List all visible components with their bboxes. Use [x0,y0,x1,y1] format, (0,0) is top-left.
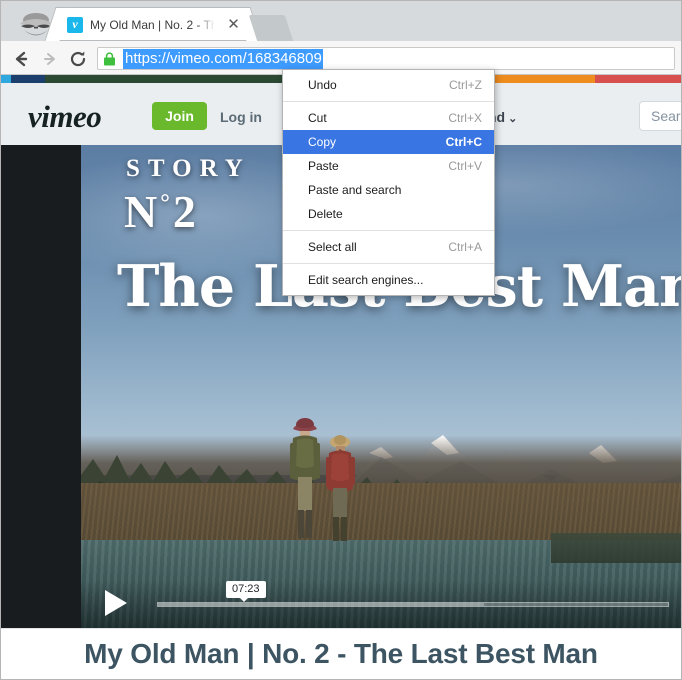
context-menu-item-label: Paste and search [308,183,402,197]
vimeo-logo[interactable]: vimeo [28,99,102,135]
page-title: My Old Man | No. 2 - The Last Best Man [84,638,598,669]
story-number: N°2 [124,185,199,238]
tab-title: My Old Man | No. 2 - The [90,17,215,32]
chevron-down-icon: ⌄ [508,113,518,125]
story-number-degree: ° [160,190,173,217]
color-strip-segment [1,75,11,83]
time-tooltip: 07:23 [226,581,266,602]
context-menu-item-label: Paste [308,159,339,173]
context-menu-item-label: Edit search engines... [308,273,424,287]
context-menu-item[interactable]: Undo Ctrl+Z [283,73,494,97]
player-letterbox-left [1,145,81,628]
video-far-bank [551,533,681,563]
back-icon[interactable] [11,48,33,70]
join-button[interactable]: Join [152,102,207,130]
browser-window: v My Old Man | No. 2 - The ✕ https://vim… [0,0,682,680]
context-menu-item[interactable]: Select all Ctrl+A [283,235,494,259]
context-menu-item-label: Delete [308,207,343,221]
story-label: STORY [126,155,251,182]
browser-tab[interactable]: v My Old Man | No. 2 - The ✕ [57,8,249,41]
story-number-digit: 2 [172,186,199,237]
new-tab-button[interactable] [248,15,294,41]
color-strip-segment [489,75,595,83]
context-menu-item[interactable]: Edit search engines... [283,268,494,292]
context-menu-item[interactable]: Delete [283,202,494,226]
context-menu-item[interactable]: Copy Ctrl+C [283,130,494,154]
context-menu-item-shortcut: Ctrl+V [448,159,482,173]
context-menu-separator [283,101,494,102]
context-menu-item-label: Undo [308,78,337,92]
context-menu-separator [283,230,494,231]
context-menu-item-shortcut: Ctrl+A [448,240,482,254]
context-menu-item[interactable]: Paste and search [283,178,494,202]
color-strip-segment [45,75,303,83]
address-bar[interactable]: https://vimeo.com/168346809 [97,47,675,70]
context-menu[interactable]: Undo Ctrl+Z Cut Ctrl+X Copy Ctrl+C Paste Ctrl+V… [282,69,495,296]
search-placeholder: Sear [651,108,681,124]
login-link[interactable]: Log in [220,109,262,125]
url-text: https://vimeo.com/168346809 [123,48,323,69]
close-icon[interactable]: ✕ [226,17,241,32]
search-input[interactable]: Sear [639,101,681,131]
progress-fill [158,603,485,606]
forward-icon[interactable] [39,48,61,70]
context-menu-item-label: Select all [308,240,357,254]
reload-icon[interactable] [67,48,89,70]
context-menu-item-label: Copy [308,135,337,149]
context-menu-item[interactable]: Cut Ctrl+X [283,106,494,130]
context-menu-item[interactable]: Paste Ctrl+V [283,154,494,178]
video-title-bar: My Old Man | No. 2 - The Last Best Man [1,628,681,679]
play-icon[interactable] [105,590,127,616]
tab-strip: v My Old Man | No. 2 - The ✕ [1,1,681,41]
context-menu-separator [283,263,494,264]
progress-scrubber[interactable]: 07:23 [157,581,669,607]
player-controls: 07:23 [81,580,681,628]
context-menu-item-shortcut: Ctrl+X [448,111,482,125]
context-menu-item-shortcut: Ctrl+Z [449,78,482,92]
context-menu-item-label: Cut [308,111,327,125]
story-number-n: N [124,186,161,237]
secure-lock-icon [104,51,115,65]
color-strip-segment [595,75,681,83]
context-menu-item-shortcut: Ctrl+C [445,135,482,149]
vimeo-favicon-icon: v [67,16,83,33]
color-strip-segment [11,75,45,83]
angler-figure [326,435,355,541]
